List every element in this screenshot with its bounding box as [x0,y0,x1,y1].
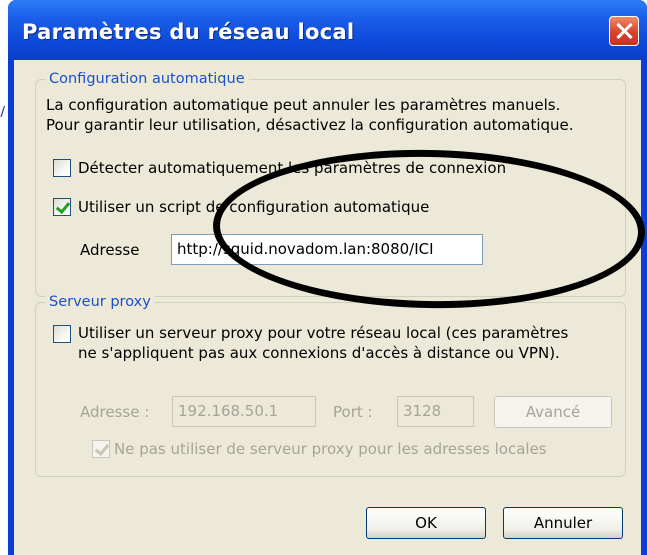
dialog-body: Configuration automatique La configurati… [14,60,641,555]
proxy-legend: Serveur proxy [45,293,155,311]
proxy-port-input[interactable]: 3128 [397,396,474,427]
script-address-label: Adresse [80,241,140,259]
bypass-local-checkbox[interactable] [92,440,110,458]
cancel-button[interactable]: Annuler [503,507,623,539]
auto-config-description-2: Pour garantir leur utilisation, désactiv… [46,116,574,134]
use-proxy-label-2: ne s'appliquent pas aux connexions d'acc… [78,344,560,362]
auto-config-legend: Configuration automatique [45,70,249,88]
use-script-label[interactable]: Utiliser un script de configuration auto… [78,198,429,216]
title-bar[interactable]: Paramètres du réseau local [8,0,647,60]
bypass-local-label[interactable]: Ne pas utiliser de serveur proxy pour le… [114,440,547,458]
proxy-address-input[interactable]: 192.168.50.1 [172,396,316,427]
detect-settings-checkbox[interactable] [53,159,71,177]
proxy-group: Serveur proxy Utiliser un serveur proxy … [35,293,626,477]
proxy-address-label: Adresse : [80,403,150,421]
auto-config-group: Configuration automatique La configurati… [35,70,626,297]
dialog-title: Paramètres du réseau local [22,20,355,44]
detect-settings-label[interactable]: Détecter automatiquement les paramètres … [78,159,506,177]
proxy-port-label: Port : [333,403,373,421]
use-script-checkbox[interactable] [53,198,71,216]
auto-config-description-1: La configuration automatique peut annule… [46,96,561,114]
ok-button[interactable]: OK [366,507,486,539]
background-link-fragment[interactable]: / [0,103,8,117]
advanced-button[interactable]: Avancé [494,396,612,428]
use-proxy-label-1[interactable]: Utiliser un serveur proxy pour votre rés… [78,324,568,342]
dialog-window: Paramètres du réseau local Configuration… [8,0,647,555]
close-button[interactable] [609,16,639,46]
use-proxy-checkbox[interactable] [53,325,71,343]
script-address-input[interactable]: http://squid.novadom.lan:8080/ICI [171,234,483,265]
